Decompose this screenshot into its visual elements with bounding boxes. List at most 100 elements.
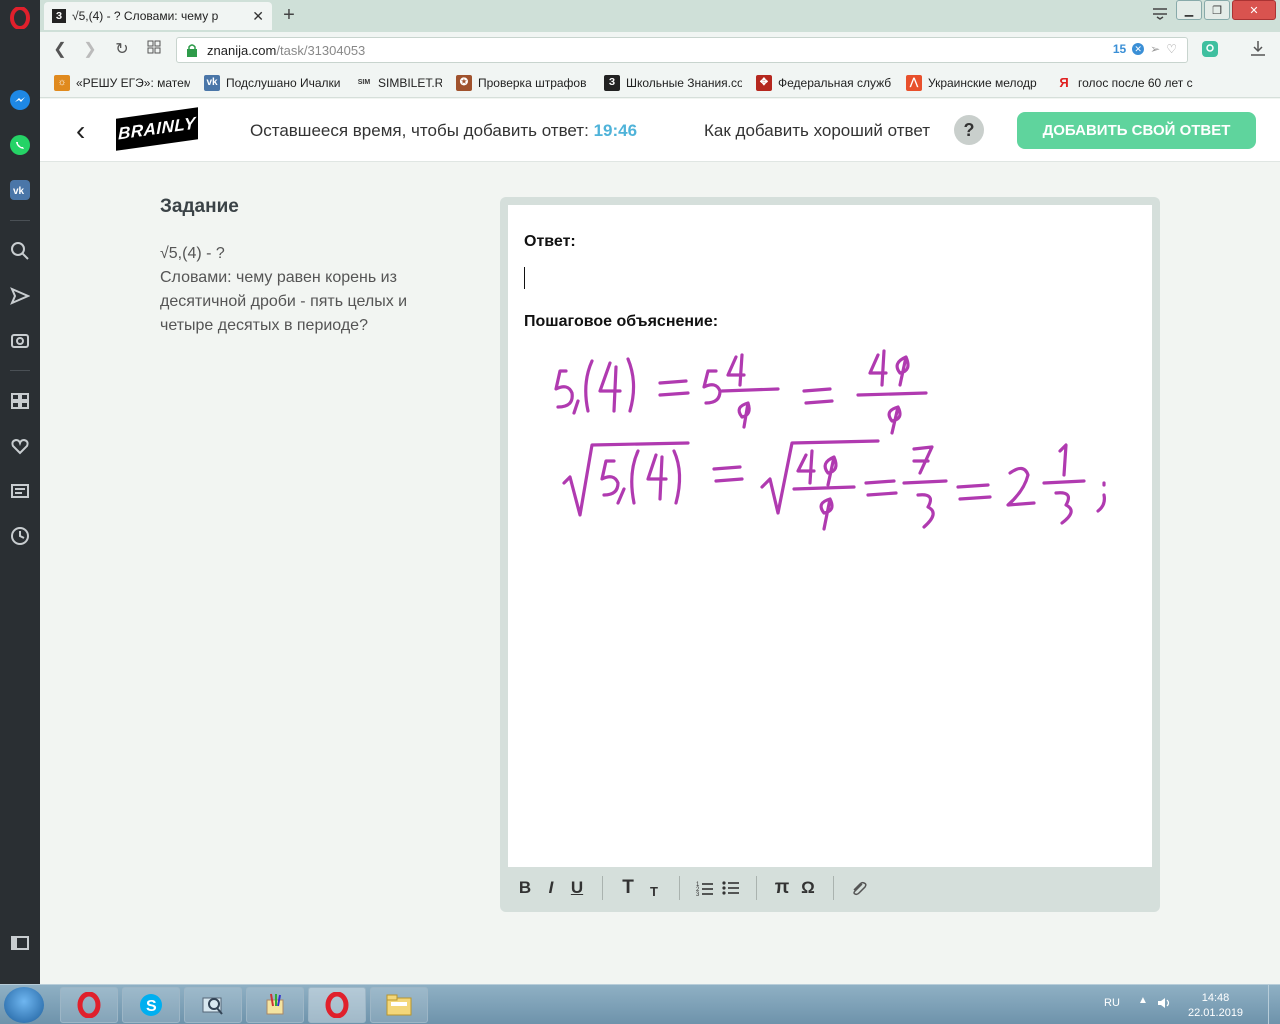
- add-answer-button[interactable]: ДОБАВИТЬ СВОЙ ОТВЕТ: [1017, 112, 1256, 149]
- emblem-icon: ✪: [456, 74, 472, 91]
- close-window-icon[interactable]: ✕: [1232, 0, 1276, 20]
- good-answer-link[interactable]: Как добавить хороший ответ: [704, 121, 930, 141]
- toolbar-divider: [679, 876, 680, 900]
- snap-send-icon[interactable]: ➢: [1150, 42, 1160, 56]
- svg-text:3: 3: [696, 892, 700, 896]
- url-input[interactable]: znanija.com /task/31304053 15 ✕ ➢ ♡: [176, 37, 1188, 63]
- tab-menu-icon[interactable]: [1152, 6, 1168, 23]
- heading-large-button[interactable]: T: [615, 875, 641, 901]
- help-button[interactable]: ?: [954, 115, 984, 145]
- reload-icon[interactable]: ↻: [112, 40, 132, 60]
- bookmark-label: Федеральная служб: [778, 75, 892, 90]
- pi-button[interactable]: π: [769, 875, 795, 901]
- show-desktop-button[interactable]: [1268, 985, 1280, 1024]
- timer-label: Оставшееся время, чтобы добавить ответ:: [250, 121, 589, 140]
- answer-editor: Ответ: Пошаговое объяснение: B I U T T 1…: [500, 197, 1160, 912]
- volume-icon[interactable]: [1156, 995, 1172, 1016]
- messenger-icon[interactable]: [8, 88, 32, 112]
- sidebar-divider: [10, 370, 30, 371]
- tray-arrow-icon[interactable]: ▲: [1138, 995, 1148, 1006]
- send-icon[interactable]: [8, 284, 32, 308]
- clock[interactable]: 14:48 22.01.2019: [1188, 991, 1243, 1021]
- tab-active[interactable]: З √5,(4) - ? Словами: чему р ✕: [44, 2, 272, 30]
- back-nav-icon[interactable]: ❮: [50, 40, 70, 60]
- bookmark-item[interactable]: З Школьные Знания.co: [604, 74, 742, 91]
- back-arrow-icon[interactable]: ‹: [76, 115, 85, 147]
- news-icon[interactable]: [8, 479, 32, 503]
- toolbar-divider: [602, 876, 603, 900]
- attachment-icon[interactable]: [846, 875, 872, 901]
- history-icon[interactable]: [8, 524, 32, 548]
- taskbar-explorer-icon[interactable]: [370, 987, 428, 1023]
- task-description: Словами: чему равен корень из десятичной…: [160, 269, 408, 334]
- italic-button[interactable]: I: [538, 875, 564, 901]
- heart-icon[interactable]: [8, 434, 32, 458]
- editor-toolbar: B I U T T 123 π Ω: [508, 867, 1152, 909]
- taskbar-skype-icon[interactable]: S: [122, 987, 180, 1023]
- search-icon[interactable]: [8, 239, 32, 263]
- bookmarks-bar: ☼ «РЕШУ ЕГЭ»: матема vk Подслушано Ичалк…: [40, 68, 1280, 98]
- maximize-icon[interactable]: ❐: [1204, 0, 1230, 20]
- text-caret: [524, 267, 525, 289]
- clock-date: 22.01.2019: [1188, 1007, 1244, 1019]
- new-tab-button[interactable]: +: [278, 5, 300, 27]
- lock-icon: [187, 44, 197, 57]
- speed-dial-icon[interactable]: [8, 389, 32, 413]
- bullet-list-icon[interactable]: [718, 875, 744, 901]
- whatsapp-icon[interactable]: [8, 133, 32, 157]
- ukr-icon: ⋀: [906, 74, 922, 91]
- bookmark-item[interactable]: ☼ «РЕШУ ЕГЭ»: матема: [54, 74, 190, 91]
- speed-dial-grid-icon[interactable]: [144, 40, 164, 60]
- camera-icon[interactable]: [8, 328, 32, 352]
- bookmark-item[interactable]: ✪ Проверка штрафов: [456, 74, 590, 91]
- opera-logo-icon[interactable]: [8, 6, 32, 30]
- bold-button[interactable]: B: [512, 875, 538, 901]
- toolbar-divider: [756, 876, 757, 900]
- download-icon[interactable]: [1248, 40, 1268, 60]
- url-host: znanija.com: [207, 42, 277, 58]
- answer-label: Ответ:: [524, 233, 576, 250]
- yandex-icon: Я: [1059, 75, 1069, 90]
- task-panel: Задание √5,(4) - ? Словами: чему равен к…: [160, 196, 460, 338]
- bookmark-label: Украинские мелодр: [928, 75, 1037, 90]
- adblock-icon[interactable]: ✕: [1132, 43, 1145, 55]
- bookmark-item[interactable]: vk Подслушано Ичалки: [204, 74, 342, 91]
- task-body: √5,(4) - ? Словами: чему равен корень из…: [160, 242, 460, 338]
- bookmark-item[interactable]: SIM SIMBILET.RU: [356, 75, 442, 91]
- vpn-icon[interactable]: [1200, 40, 1220, 60]
- close-tab-icon[interactable]: ✕: [252, 8, 264, 25]
- bookmark-item[interactable]: Я голос после 60 лет с: [1056, 75, 1194, 91]
- heading-small-button[interactable]: T: [641, 875, 667, 901]
- timer-value: 19:46: [593, 121, 638, 140]
- brainly-header: ‹ BRAINLY Оставшееся время, чтобы добави…: [40, 99, 1280, 162]
- sidebar-toggle-icon[interactable]: [8, 931, 32, 955]
- opera-sidebar: vk: [0, 0, 40, 984]
- window-controls: ▁ ❐ ✕: [1174, 0, 1276, 22]
- underline-button[interactable]: U: [564, 875, 590, 901]
- tab-title: √5,(4) - ? Словами: чему р: [72, 9, 219, 23]
- bookmark-label: Школьные Знания.co: [626, 75, 742, 90]
- timer: Оставшееся время, чтобы добавить ответ: …: [250, 121, 637, 141]
- brainly-logo[interactable]: BRAINLY: [116, 107, 198, 151]
- taskbar-paint-icon[interactable]: [246, 987, 304, 1023]
- omega-button[interactable]: Ω: [795, 875, 821, 901]
- bookmark-label: «РЕШУ ЕГЭ»: матема: [76, 75, 190, 90]
- taskbar-opera-active-icon[interactable]: [308, 987, 366, 1023]
- editor-textarea[interactable]: Ответ: Пошаговое объяснение:: [508, 205, 1152, 867]
- vk-icon[interactable]: vk: [8, 178, 32, 202]
- minimize-icon[interactable]: ▁: [1176, 0, 1202, 20]
- svg-text:S: S: [146, 998, 157, 1015]
- start-button[interactable]: [4, 987, 44, 1023]
- bookmark-item[interactable]: ⋀ Украинские мелодр: [906, 74, 1042, 91]
- language-indicator[interactable]: RU: [1104, 997, 1120, 1009]
- taskbar-opera-icon[interactable]: [60, 987, 118, 1023]
- clock-time: 14:48: [1201, 992, 1230, 1004]
- numbered-list-icon[interactable]: 123: [692, 875, 718, 901]
- taskbar-search-app-icon[interactable]: [184, 987, 242, 1023]
- handwritten-solution-image: [554, 349, 1106, 531]
- bookmark-item[interactable]: ✥ Федеральная служб: [756, 74, 892, 91]
- bookmark-heart-icon[interactable]: ♡: [1166, 42, 1177, 56]
- forward-nav-icon[interactable]: ❯: [80, 40, 100, 60]
- vk-icon: vk: [204, 74, 220, 91]
- url-actions: 15 ✕ ➢ ♡: [1113, 42, 1177, 56]
